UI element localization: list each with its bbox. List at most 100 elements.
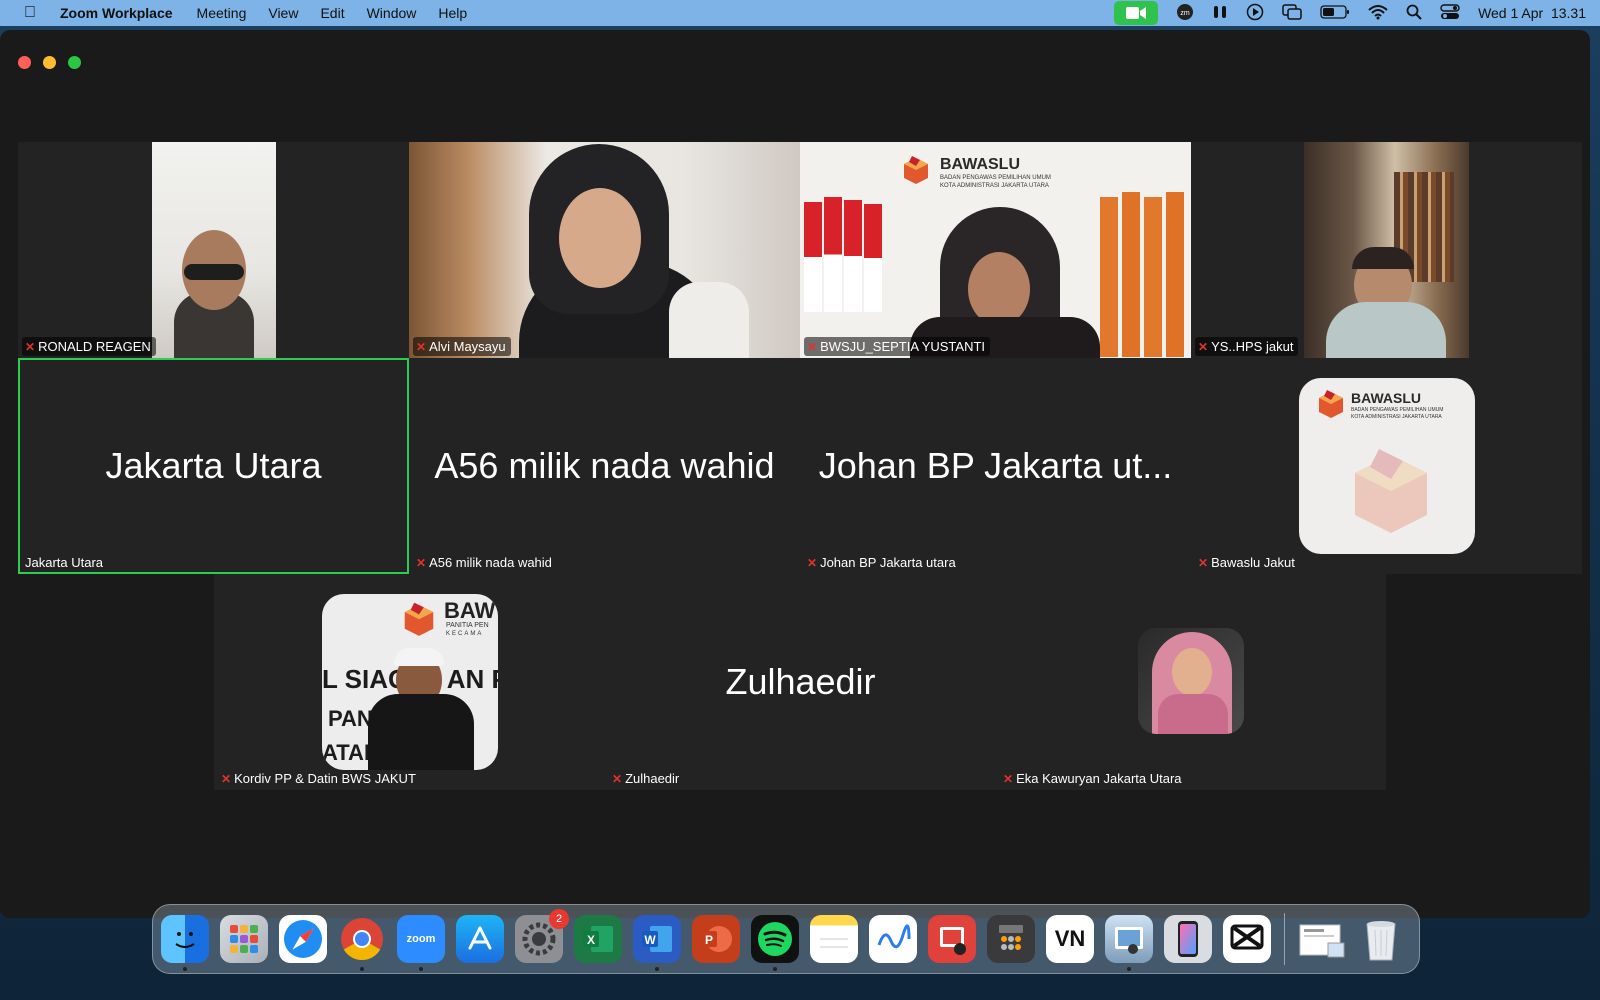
participant-name-label: ✕ A56 milik nada wahid bbox=[413, 553, 557, 572]
participant-tile[interactable]: BAW PANITIA PEN KECAMA L SIAGA AN PA PAN… bbox=[214, 574, 605, 790]
bawaslu-subtitle: BADAN PENGAWAS PEMILIHAN UMUM bbox=[1351, 407, 1444, 413]
calculator-icon[interactable] bbox=[987, 915, 1035, 963]
participant-display-name: Jakarta Utara bbox=[105, 445, 322, 486]
trash-icon[interactable] bbox=[1357, 915, 1405, 963]
svg-text:zm: zm bbox=[1180, 10, 1190, 17]
participant-tile[interactable]: Johan BP Jakarta ut... ✕ Johan BP Jakart… bbox=[800, 358, 1191, 574]
participant-name-label: ✕ YS..HPS jakut bbox=[1195, 337, 1299, 356]
participant-name-label: ✕ Kordiv PP & Datin BWS JAKUT bbox=[218, 769, 421, 788]
close-window-button[interactable] bbox=[18, 56, 31, 69]
downloads-stack-icon[interactable] bbox=[1298, 915, 1346, 963]
participant-name-label: ✕ Johan BP Jakarta utara bbox=[804, 553, 961, 572]
participant-display-name: Johan BP Jakarta ut... bbox=[818, 445, 1173, 486]
zoom-icon[interactable]: zoom bbox=[397, 915, 445, 971]
notes-icon[interactable] bbox=[810, 915, 858, 963]
menu-help[interactable]: Help bbox=[438, 5, 467, 21]
word-icon[interactable]: W bbox=[633, 915, 681, 971]
capcut-icon[interactable] bbox=[1223, 915, 1271, 963]
screen-mirroring-icon[interactable] bbox=[1282, 3, 1302, 23]
menu-window[interactable]: Window bbox=[367, 5, 417, 21]
menubar:  Zoom Workplace Meeting View Edit Windo… bbox=[0, 0, 1600, 26]
participant-name: Bawaslu Jakut bbox=[1211, 555, 1295, 570]
zoom-status-icon[interactable]: zm bbox=[1176, 3, 1194, 24]
participant-name-label: Jakarta Utara bbox=[22, 553, 108, 572]
menu-edit[interactable]: Edit bbox=[320, 5, 344, 21]
muted-mic-icon: ✕ bbox=[416, 555, 427, 570]
participant-video: BAWASLU BADAN PENGAWAS PEMILIHAN UMUM KO… bbox=[800, 142, 1191, 358]
bawaslu-title: BAWASLU bbox=[1351, 390, 1421, 406]
now-playing-icon[interactable] bbox=[1246, 3, 1264, 24]
notification-badge: 2 bbox=[549, 909, 569, 929]
participant-name-label: ✕ RONALD REAGEN bbox=[22, 337, 156, 356]
preview-icon[interactable] bbox=[1105, 915, 1153, 971]
participant-tile[interactable]: ✕ RONALD REAGEN bbox=[18, 142, 409, 358]
control-center-icon[interactable] bbox=[1440, 3, 1460, 23]
menubar-clock[interactable]: Wed 1 Apr 13.31 bbox=[1478, 5, 1586, 21]
participant-tile[interactable]: ✕ YS..HPS jakut bbox=[1191, 142, 1582, 358]
apple-menu-icon[interactable]:  bbox=[0, 4, 60, 22]
participant-name-label: ✕ Eka Kawuryan Jakarta Utara bbox=[1000, 769, 1187, 788]
safari-icon[interactable] bbox=[279, 915, 327, 963]
participant-display-name: Zulhaedir bbox=[725, 661, 876, 702]
bawaslu-subtitle: KOTA ADMINISTRASI JAKARTA UTARA bbox=[940, 183, 1049, 189]
dock-separator bbox=[1284, 913, 1285, 965]
participant-tile[interactable]: A56 milik nada wahid ✕ A56 milik nada wa… bbox=[409, 358, 800, 574]
participant-tile[interactable]: ✕ Alvi Maysayu bbox=[409, 142, 800, 358]
participant-display-name: A56 milik nada wahid bbox=[434, 445, 775, 486]
participant-video bbox=[1304, 142, 1469, 358]
fullscreen-window-button[interactable] bbox=[68, 56, 81, 69]
muted-mic-icon: ✕ bbox=[221, 771, 232, 786]
participant-tile[interactable]: BAWASLU BADAN PENGAWAS PEMILIHAN UMUM KO… bbox=[800, 142, 1191, 358]
participant-tile-active-speaker[interactable]: Jakarta Utara Jakarta Utara bbox=[18, 358, 409, 574]
participant-tile[interactable]: Zulhaedir ✕ Zulhaedir bbox=[605, 574, 996, 790]
menu-view[interactable]: View bbox=[268, 5, 298, 21]
participant-tile[interactable]: BAWASLU BADAN PENGAWAS PEMILIHAN UMUM KO… bbox=[1191, 358, 1582, 574]
participant-name: Eka Kawuryan Jakarta Utara bbox=[1016, 771, 1182, 786]
bawaslu-title: BAWASLU bbox=[940, 156, 1020, 173]
bawaslu-subtitle: BADAN PENGAWAS PEMILIHAN UMUM bbox=[940, 175, 1051, 181]
participant-name: A56 milik nada wahid bbox=[429, 555, 552, 570]
wifi-icon[interactable] bbox=[1368, 4, 1388, 23]
participant-tile[interactable]: ✕ Eka Kawuryan Jakarta Utara bbox=[996, 574, 1386, 790]
app-menu[interactable]: Zoom Workplace bbox=[60, 5, 173, 21]
muted-mic-icon: ✕ bbox=[1198, 339, 1209, 354]
menu-meeting[interactable]: Meeting bbox=[197, 5, 247, 21]
launchpad-icon[interactable] bbox=[220, 915, 268, 963]
participant-name: RONALD REAGEN bbox=[38, 339, 151, 354]
zoom-app-label: zoom bbox=[406, 933, 436, 945]
photo-booth-icon[interactable] bbox=[928, 915, 976, 963]
freeform-icon[interactable] bbox=[869, 915, 917, 963]
banner-title: BAW bbox=[444, 598, 496, 623]
participant-name-label: ✕ BWSJU_SEPTIA YUSTANTI bbox=[804, 337, 991, 356]
participant-avatar: BAWASLU BADAN PENGAWAS PEMILIHAN UMUM KO… bbox=[1299, 378, 1475, 554]
bawaslu-logo-icon bbox=[904, 156, 928, 184]
minimize-window-button[interactable] bbox=[43, 56, 56, 69]
participant-name-label: ✕ Zulhaedir bbox=[609, 769, 684, 788]
chrome-icon[interactable] bbox=[338, 915, 386, 971]
vn-icon[interactable]: VN bbox=[1046, 915, 1094, 963]
iphone-mirroring-icon[interactable] bbox=[1164, 915, 1212, 963]
participant-avatar: BAW PANITIA PEN KECAMA L SIAGA AN PA PAN… bbox=[322, 594, 498, 770]
system-settings-icon[interactable]: 2 bbox=[515, 909, 569, 963]
banner-subtitle: KECAMA bbox=[446, 631, 484, 637]
svg-text:X: X bbox=[587, 933, 595, 947]
vn-app-label: VN bbox=[1054, 926, 1086, 951]
participant-name-label: ✕ Alvi Maysayu bbox=[413, 337, 511, 356]
muted-mic-icon: ✕ bbox=[25, 339, 36, 354]
finder-icon[interactable] bbox=[161, 915, 209, 971]
bawaslu-subtitle: KOTA ADMINISTRASI JAKARTA UTARA bbox=[1351, 414, 1442, 420]
battery-icon[interactable] bbox=[1320, 4, 1350, 22]
excel-icon[interactable]: X bbox=[574, 915, 622, 963]
powerpoint-icon[interactable]: P bbox=[692, 915, 740, 963]
spotlight-search-icon[interactable] bbox=[1406, 4, 1422, 23]
participant-name-label: ✕ Bawaslu Jakut bbox=[1195, 553, 1300, 572]
window-controls bbox=[18, 56, 81, 69]
muted-mic-icon: ✕ bbox=[807, 339, 818, 354]
participant-name: Alvi Maysayu bbox=[429, 339, 506, 354]
camera-in-use-icon[interactable] bbox=[1114, 1, 1159, 25]
svg-text:P: P bbox=[705, 933, 713, 947]
muted-mic-icon: ✕ bbox=[1198, 555, 1209, 570]
airpods-icon[interactable] bbox=[1212, 4, 1228, 23]
spotify-icon[interactable] bbox=[751, 915, 799, 971]
app-store-icon[interactable] bbox=[456, 915, 504, 963]
